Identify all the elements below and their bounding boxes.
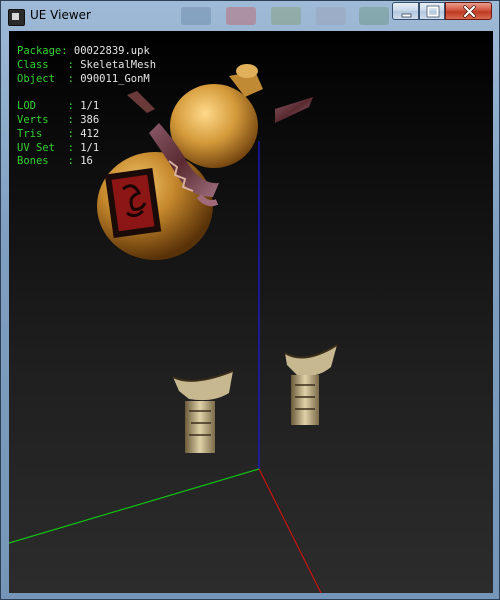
app-icon <box>8 9 25 26</box>
mesh-info-overlay: Package: 00022839.upk Class : SkeletalMe… <box>17 45 156 169</box>
stat-value: 386 <box>80 113 100 126</box>
minimize-icon <box>401 13 412 18</box>
stat-object: Object : 090011_GonM <box>17 73 156 87</box>
stat-label: Object : <box>17 72 81 85</box>
stat-verts: Verts : 386 <box>17 114 156 128</box>
stat-value: 16 <box>80 155 93 168</box>
stat-label: Tris : <box>17 127 81 140</box>
stat-value: 412 <box>80 127 100 140</box>
window-title: UE Viewer <box>30 8 91 22</box>
title-bar[interactable]: UE Viewer <box>1 1 499 31</box>
stand-model-right <box>284 344 338 425</box>
close-icon <box>463 5 476 18</box>
background-blur <box>181 5 391 27</box>
stand-model-left <box>172 370 234 453</box>
stat-class: Class : SkeletalMesh <box>17 59 156 73</box>
stat-package: Package: 00022839.upk <box>17 45 156 59</box>
stat-label: Bones : <box>17 155 81 168</box>
stat-label: Package: <box>17 45 74 57</box>
close-button[interactable] <box>445 2 492 20</box>
axis-x-line <box>258 468 322 593</box>
stat-label: UV Set : <box>17 141 81 154</box>
stat-label: Class : <box>17 58 81 71</box>
stat-value: 1/1 <box>80 141 100 154</box>
stat-value: SkeletalMesh <box>80 58 157 71</box>
stat-value: 00022839.upk <box>73 45 150 57</box>
minimize-button[interactable] <box>392 2 419 20</box>
stat-label: Verts : <box>17 113 81 126</box>
stat-tris: Tris : 412 <box>17 128 156 142</box>
maximize-button[interactable] <box>419 2 445 20</box>
stat-uvset: UV Set : 1/1 <box>17 142 156 156</box>
maximize-icon <box>426 5 440 18</box>
stat-lod: LOD : 1/1 <box>17 100 156 114</box>
stat-value: 090011_GonM <box>80 72 150 85</box>
stat-label: LOD : <box>17 100 81 113</box>
stat-value: 1/1 <box>80 100 100 113</box>
axis-y-line <box>9 468 260 544</box>
app-window: UE Viewer Package: 00022839.upk Class: … <box>0 0 500 600</box>
render-viewport[interactable]: Package: 00022839.upk Class : SkeletalMe… <box>9 31 493 593</box>
stat-bones: Bones : 16 <box>17 155 156 169</box>
